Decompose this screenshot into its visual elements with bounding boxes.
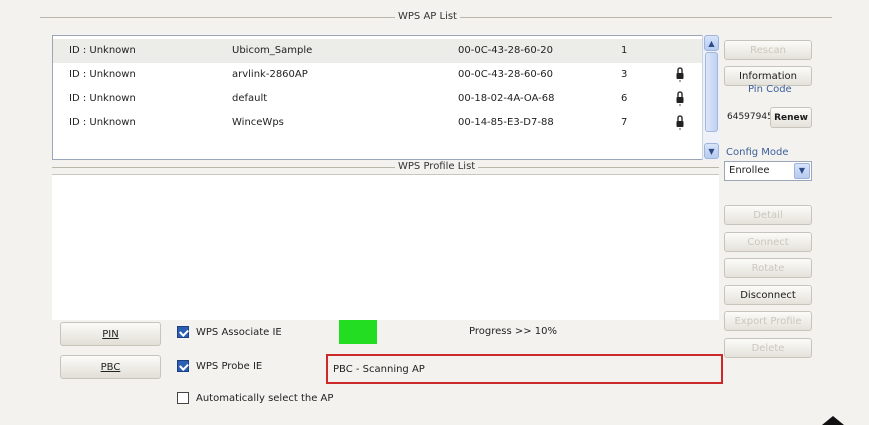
ap-channel: 1 (621, 45, 628, 56)
connect-button[interactable]: Connect (724, 232, 812, 252)
ap-id: ID : Unknown (69, 93, 136, 104)
delete-button[interactable]: Delete (724, 338, 812, 358)
progress-text: Progress >> 10% (469, 326, 558, 337)
pin-code-field: 64597945 (727, 112, 773, 122)
up-arrow-icon[interactable] (822, 416, 844, 425)
ap-mac: 00-14-85-E3-D7-88 (458, 117, 554, 128)
ap-id: ID : Unknown (69, 69, 136, 80)
scroll-up-button[interactable]: ▲ (704, 35, 719, 51)
ap-mac: 00-18-02-4A-OA-68 (458, 93, 555, 104)
ap-ssid: arvlink-2860AP (232, 69, 308, 80)
disconnect-button[interactable]: Disconnect (724, 285, 812, 305)
progress-bar: Progress >> 10% (339, 320, 708, 344)
auto-select-ap-checkbox[interactable] (177, 392, 189, 404)
lock-icon (676, 67, 684, 82)
export-profile-button[interactable]: Export Profile (724, 311, 812, 331)
ap-channel: 3 (621, 69, 628, 80)
ap-channel: 6 (621, 93, 628, 104)
ap-list-row[interactable]: ID : Unknown default 00-18-02-4A-OA-68 6 (53, 87, 706, 111)
chevron-down-icon[interactable]: ▼ (794, 163, 810, 179)
profile-list-title: WPS Profile List (395, 161, 479, 173)
lock-icon (676, 91, 684, 106)
ap-channel: 7 (621, 117, 628, 128)
pbc-button[interactable]: PBC (60, 355, 161, 379)
profile-list-group-line (52, 167, 719, 168)
renew-button[interactable]: Renew (770, 107, 812, 128)
progress-fill (339, 320, 377, 344)
ap-list-title: WPS AP List (395, 11, 460, 23)
ap-mac: 00-0C-43-28-60-20 (458, 45, 554, 56)
ap-list-row[interactable]: ID : Unknown Ubicom_Sample 00-0C-43-28-6… (53, 39, 706, 63)
lock-icon (676, 115, 684, 130)
config-mode-label: Config Mode (726, 147, 789, 158)
ap-mac: 00-0C-43-28-60-60 (458, 69, 554, 80)
wps-probe-ie-checkbox[interactable] (177, 360, 189, 372)
config-mode-value: Enrollee (729, 165, 770, 176)
pin-button[interactable]: PIN (60, 322, 161, 346)
pin-code-label: Pin Code (748, 84, 792, 95)
auto-select-ap-label: Automatically select the AP (196, 393, 334, 404)
ap-id: ID : Unknown (69, 117, 136, 128)
ap-ssid: default (232, 93, 268, 104)
scroll-thumb[interactable] (705, 52, 718, 132)
ap-ssid: Ubicom_Sample (232, 45, 313, 56)
ap-list-scrollbar[interactable]: ▲ ▼ (702, 35, 720, 160)
wps-associate-ie-checkbox[interactable] (177, 326, 189, 338)
ap-ssid: WinceWps (232, 117, 284, 128)
wps-probe-ie-label: WPS Probe IE (196, 361, 263, 372)
detail-button[interactable]: Detail (724, 205, 812, 225)
config-mode-select[interactable]: Enrollee ▼ (724, 161, 812, 181)
ap-id: ID : Unknown (69, 45, 136, 56)
ap-list-row[interactable]: ID : Unknown arvlink-2860AP 00-0C-43-28-… (53, 63, 706, 87)
status-text: PBC - Scanning AP (333, 364, 425, 375)
rescan-button[interactable]: Rescan (724, 40, 812, 60)
profile-list[interactable] (52, 174, 719, 320)
wps-associate-ie-label: WPS Associate IE (196, 327, 282, 338)
ap-list-row[interactable]: ID : Unknown WinceWps 00-14-85-E3-D7-88 … (53, 111, 706, 135)
information-button[interactable]: Information (724, 66, 812, 86)
ap-list[interactable]: ID : Unknown Ubicom_Sample 00-0C-43-28-6… (52, 35, 707, 160)
status-box: PBC - Scanning AP (326, 354, 723, 384)
scroll-down-button[interactable]: ▼ (704, 143, 719, 159)
rotate-button[interactable]: Rotate (724, 258, 812, 278)
